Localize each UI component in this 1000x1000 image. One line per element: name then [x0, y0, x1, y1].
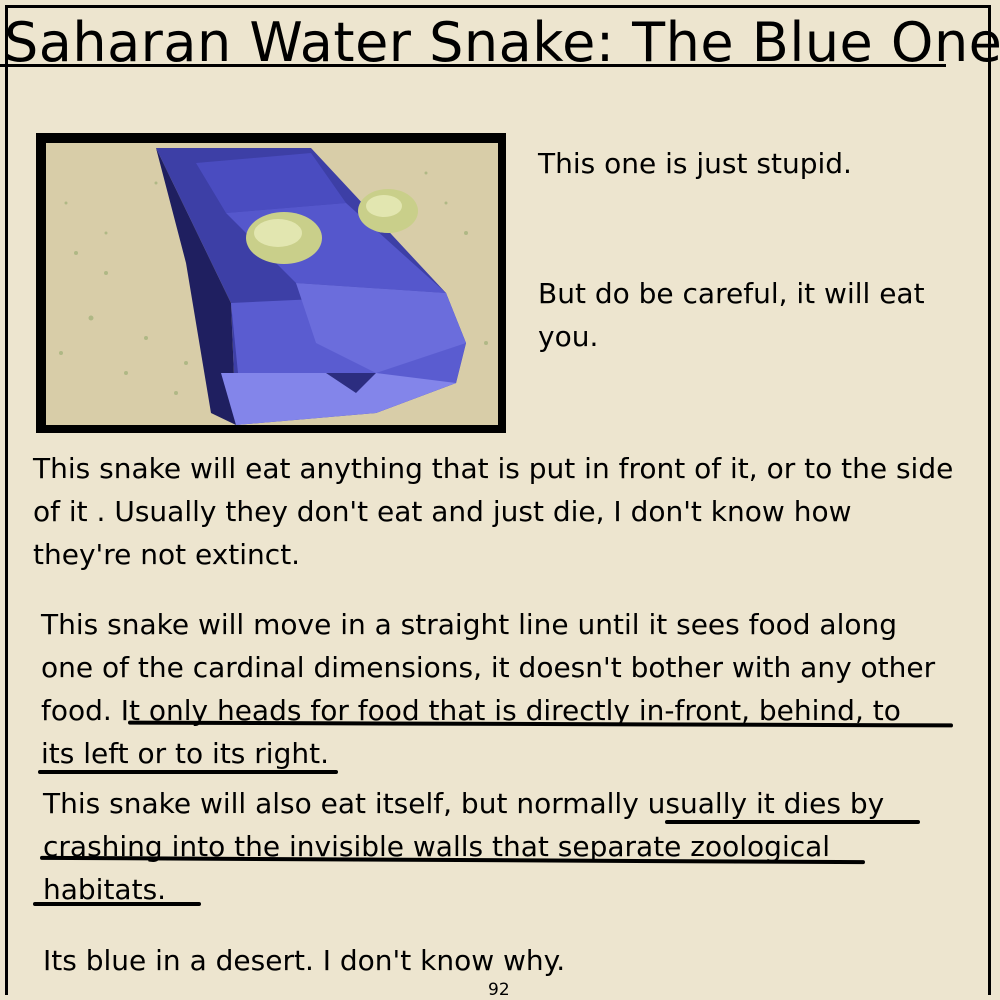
paragraph1-line-2: of it . Usually they don't eat and just …: [33, 495, 852, 528]
snake-image-frame: [36, 133, 506, 433]
paragraph2-line-2: one of the cardinal dimensions, it doesn…: [41, 651, 936, 684]
paragraph1-line-3: they're not extinct.: [33, 538, 301, 571]
side-note-careful-line-1: But do be careful, it will eat: [538, 277, 925, 310]
paragraph4: Its blue in a desert. I don't know why.: [43, 944, 566, 977]
paragraph2-line-4: its left or to its right.: [41, 737, 329, 770]
title-underline: [0, 64, 946, 67]
side-note-careful-line-2: you.: [538, 320, 599, 353]
blue-snake-head-image: [46, 143, 498, 425]
paragraph2-line-1: This snake will move in a straight line …: [41, 608, 898, 641]
side-note-stupid: This one is just stupid.: [538, 147, 852, 180]
page-title: Saharan Water Snake: The Blue One: [4, 11, 1000, 74]
handdrawn-underline: [665, 820, 920, 824]
paragraph1-line-1: This snake will eat anything that is put…: [33, 452, 954, 485]
handdrawn-underline: [33, 902, 201, 906]
page-number: 92: [488, 980, 510, 1000]
paragraph3-line-1: This snake will also eat itself, but nor…: [43, 787, 885, 820]
handdrawn-underline: [38, 770, 338, 774]
